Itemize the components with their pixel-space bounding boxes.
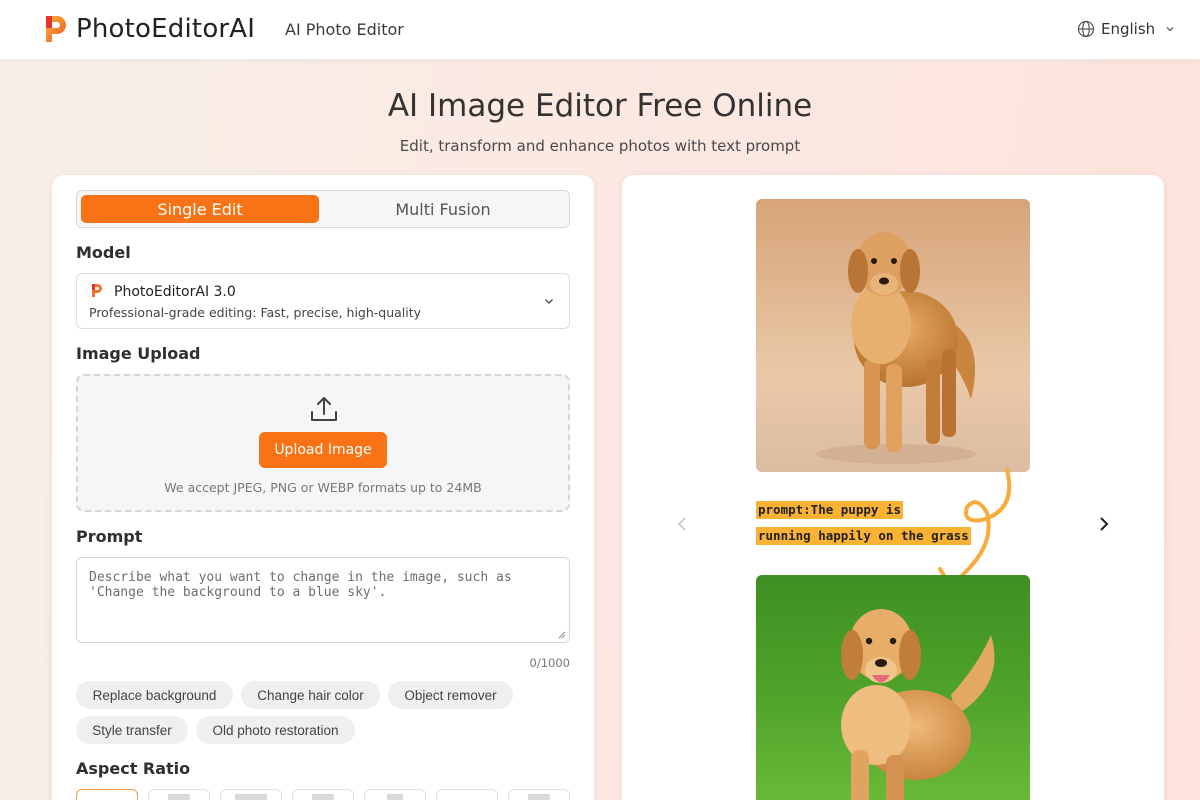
aspect-ratio-option[interactable] <box>76 789 138 800</box>
upload-format-note: We accept JPEG, PNG or WEBP formats up t… <box>164 480 482 495</box>
aspect-ratio-label: Aspect Ratio <box>76 759 191 778</box>
aspect-ratio-option[interactable] <box>148 789 210 800</box>
suggestion-replace-background[interactable]: Replace background <box>76 681 233 709</box>
language-label: English <box>1101 20 1156 38</box>
aspect-ratio-option[interactable] <box>220 789 282 800</box>
top-navigation-bar: PhotoEditorAI AI Photo Editor English <box>0 0 1200 60</box>
page-subtitle: Edit, transform and enhance photos with … <box>399 137 801 155</box>
resize-grip-icon[interactable] <box>558 631 566 639</box>
chevron-down-icon <box>1166 27 1174 32</box>
upload-image-button[interactable]: Upload Image <box>259 432 387 468</box>
page-title: AI Image Editor Free Online <box>387 88 813 124</box>
aspect-ratio-option[interactable] <box>436 789 498 800</box>
upload-icon <box>311 397 337 421</box>
after-image <box>756 575 1030 800</box>
globe-icon <box>1077 20 1095 38</box>
model-name: PhotoEditorAI 3.0 <box>114 284 236 300</box>
logo-icon <box>46 16 66 42</box>
prompt-field[interactable] <box>76 557 570 643</box>
chevron-down-icon <box>544 298 554 305</box>
prompt-char-counter: 0/1000 <box>529 656 570 670</box>
image-upload-label: Image Upload <box>76 344 201 363</box>
suggestion-old-photo-restoration[interactable]: Old photo restoration <box>196 716 355 744</box>
upload-dropzone[interactable]: Upload Image We accept JPEG, PNG or WEBP… <box>76 374 570 512</box>
aspect-ratio-option[interactable] <box>364 789 426 800</box>
language-selector[interactable]: English <box>1077 20 1175 38</box>
previous-arrow-icon[interactable] <box>676 516 688 532</box>
model-label: Model <box>76 243 131 262</box>
logo[interactable]: PhotoEditorAI <box>44 14 255 44</box>
tab-multi-fusion[interactable]: Multi Fusion <box>323 195 563 223</box>
model-description: Professional-grade editing: Fast, precis… <box>89 305 422 320</box>
aspect-ratio-option[interactable] <box>292 789 354 800</box>
model-select[interactable]: PhotoEditorAI 3.0 Professional-grade edi… <box>76 273 570 329</box>
brand-name: PhotoEditorAI <box>76 14 256 44</box>
model-logo-icon <box>92 284 102 297</box>
prompt-input[interactable] <box>77 558 569 642</box>
before-image <box>756 199 1030 472</box>
tab-single-edit[interactable]: Single Edit <box>81 195 319 223</box>
suggestion-style-transfer[interactable]: Style transfer <box>76 716 188 744</box>
aspect-ratio-option[interactable] <box>508 789 570 800</box>
editor-panel: Single Edit Multi Fusion Model PhotoEdit… <box>52 175 594 800</box>
mode-tabs: Single Edit Multi Fusion <box>76 190 570 228</box>
prompt-label: Prompt <box>76 527 143 546</box>
demo-prompt-line-1: prompt:The puppy is <box>756 501 903 519</box>
next-arrow-icon[interactable] <box>1098 516 1110 532</box>
demo-preview-panel: prompt:The puppy is running happily on t… <box>622 175 1164 800</box>
suggestion-object-remover[interactable]: Object remover <box>388 681 513 709</box>
suggestion-change-hair-color[interactable]: Change hair color <box>241 681 380 709</box>
nav-ai-photo-editor[interactable]: AI Photo Editor <box>285 20 404 39</box>
